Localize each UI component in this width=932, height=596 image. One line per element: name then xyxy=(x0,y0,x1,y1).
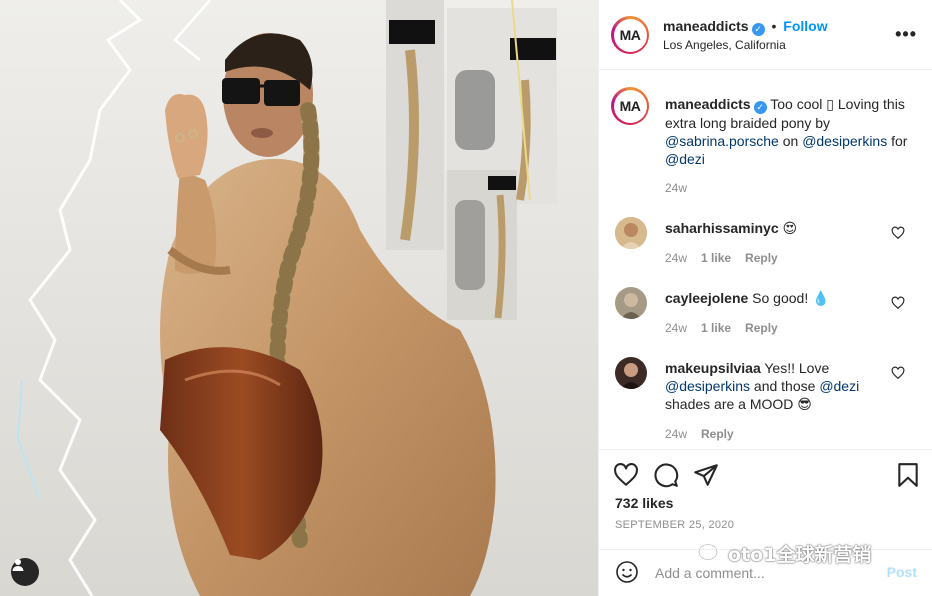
verified-badge-icon: ✓ xyxy=(751,23,765,36)
comment-meta: 24w 1 like Reply xyxy=(665,251,778,265)
reply-button[interactable]: Reply xyxy=(745,321,778,335)
caption-time[interactable]: 24w xyxy=(665,181,687,195)
bookmark-icon[interactable] xyxy=(895,462,921,488)
post-side-panel: MA maneaddicts ✓ • Follow Los Angeles, Ca… xyxy=(598,0,932,596)
comment-item: makeupsilviaa Yes!! Love @desiperkins an… xyxy=(665,359,895,413)
caption-text-1: Too cool xyxy=(770,96,823,112)
caption-text-4: for xyxy=(891,133,908,149)
comment-text: So good! 💧 xyxy=(752,290,830,306)
comment-meta: 24w Reply xyxy=(665,427,734,441)
comment-username[interactable]: saharhissaminyc xyxy=(665,220,779,236)
person-icon xyxy=(12,559,24,571)
verified-badge-icon: ✓ xyxy=(753,101,767,114)
post-date[interactable]: SEPTEMBER 25, 2020 xyxy=(615,519,734,531)
caption: maneaddicts ✓ Too cool ▯ Loving this extr… xyxy=(665,95,915,168)
mention-link[interactable]: @dezi xyxy=(665,151,705,167)
avatar-portrait-icon xyxy=(615,287,647,319)
separator-dot: • xyxy=(771,18,777,34)
mention-link[interactable]: @desiperkins xyxy=(802,133,887,149)
author-avatar[interactable]: MA xyxy=(611,16,649,54)
comment-time[interactable]: 24w xyxy=(665,321,687,335)
comment-text: shades are a MOOD 😎 xyxy=(665,396,812,412)
reply-button[interactable]: Reply xyxy=(701,427,734,441)
avatar-portrait-icon xyxy=(615,357,647,389)
reply-button[interactable]: Reply xyxy=(745,251,778,265)
comment-meta: 24w 1 like Reply xyxy=(665,321,778,335)
comment-time[interactable]: 24w xyxy=(665,251,687,265)
comment-icon[interactable] xyxy=(653,462,679,488)
post-location[interactable]: Los Angeles, California xyxy=(663,38,786,52)
commenter-avatar[interactable] xyxy=(615,357,647,389)
commenter-avatar[interactable] xyxy=(615,287,647,319)
comments-list[interactable]: MA maneaddicts ✓ Too cool ▯ Loving this e… xyxy=(599,71,932,449)
caption-username[interactable]: maneaddicts xyxy=(665,96,751,112)
user-tag-button[interactable] xyxy=(11,558,39,586)
likes-count[interactable]: 732 likes xyxy=(615,495,673,511)
comment-input[interactable] xyxy=(655,562,875,584)
caption-avatar[interactable]: MA xyxy=(611,87,649,125)
caption-text-3: on xyxy=(782,133,799,149)
caption-glyph: ▯ xyxy=(826,96,834,112)
more-options-icon[interactable]: ••• xyxy=(895,24,917,45)
like-comment-heart-icon[interactable] xyxy=(891,226,905,240)
comment-time[interactable]: 24w xyxy=(665,427,687,441)
follow-button[interactable]: Follow xyxy=(783,18,827,34)
comment-username[interactable]: cayleejolene xyxy=(665,290,748,306)
post-comment-button[interactable]: Post xyxy=(887,564,917,580)
post-actions: 732 likes SEPTEMBER 25, 2020 xyxy=(599,449,932,549)
add-comment-bar: Post xyxy=(599,549,932,596)
comment-text: Yes!! Love xyxy=(764,360,830,376)
comment-likes[interactable]: 1 like xyxy=(701,321,731,335)
post-photo-illustration xyxy=(0,0,598,596)
heart-icon[interactable] xyxy=(613,462,639,488)
smiley-icon[interactable] xyxy=(615,560,639,584)
like-comment-heart-icon[interactable] xyxy=(891,366,905,380)
mention-link[interactable]: @desiperkins xyxy=(665,378,750,394)
share-icon[interactable] xyxy=(693,462,719,488)
post-image[interactable] xyxy=(0,0,598,596)
mention-link[interactable]: @sabrina.porsche xyxy=(665,133,779,149)
mention-link[interactable]: @dezi xyxy=(819,378,859,394)
comment-text: 😍 xyxy=(782,220,798,236)
author-username[interactable]: maneaddicts xyxy=(663,18,749,34)
comment-text: and those xyxy=(753,378,816,394)
avatar-portrait-icon xyxy=(615,217,647,249)
like-comment-heart-icon[interactable] xyxy=(891,296,905,310)
comment-item: cayleejolene So good! 💧 xyxy=(665,289,895,307)
commenter-avatar[interactable] xyxy=(615,217,647,249)
post-header: MA maneaddicts ✓ • Follow Los Angeles, Ca… xyxy=(599,0,932,70)
comment-item: saharhissaminyc 😍 xyxy=(665,219,895,237)
comment-likes[interactable]: 1 like xyxy=(701,251,731,265)
comment-username[interactable]: makeupsilviaa xyxy=(665,360,761,376)
header-name-row: maneaddicts ✓ • Follow xyxy=(663,18,828,36)
